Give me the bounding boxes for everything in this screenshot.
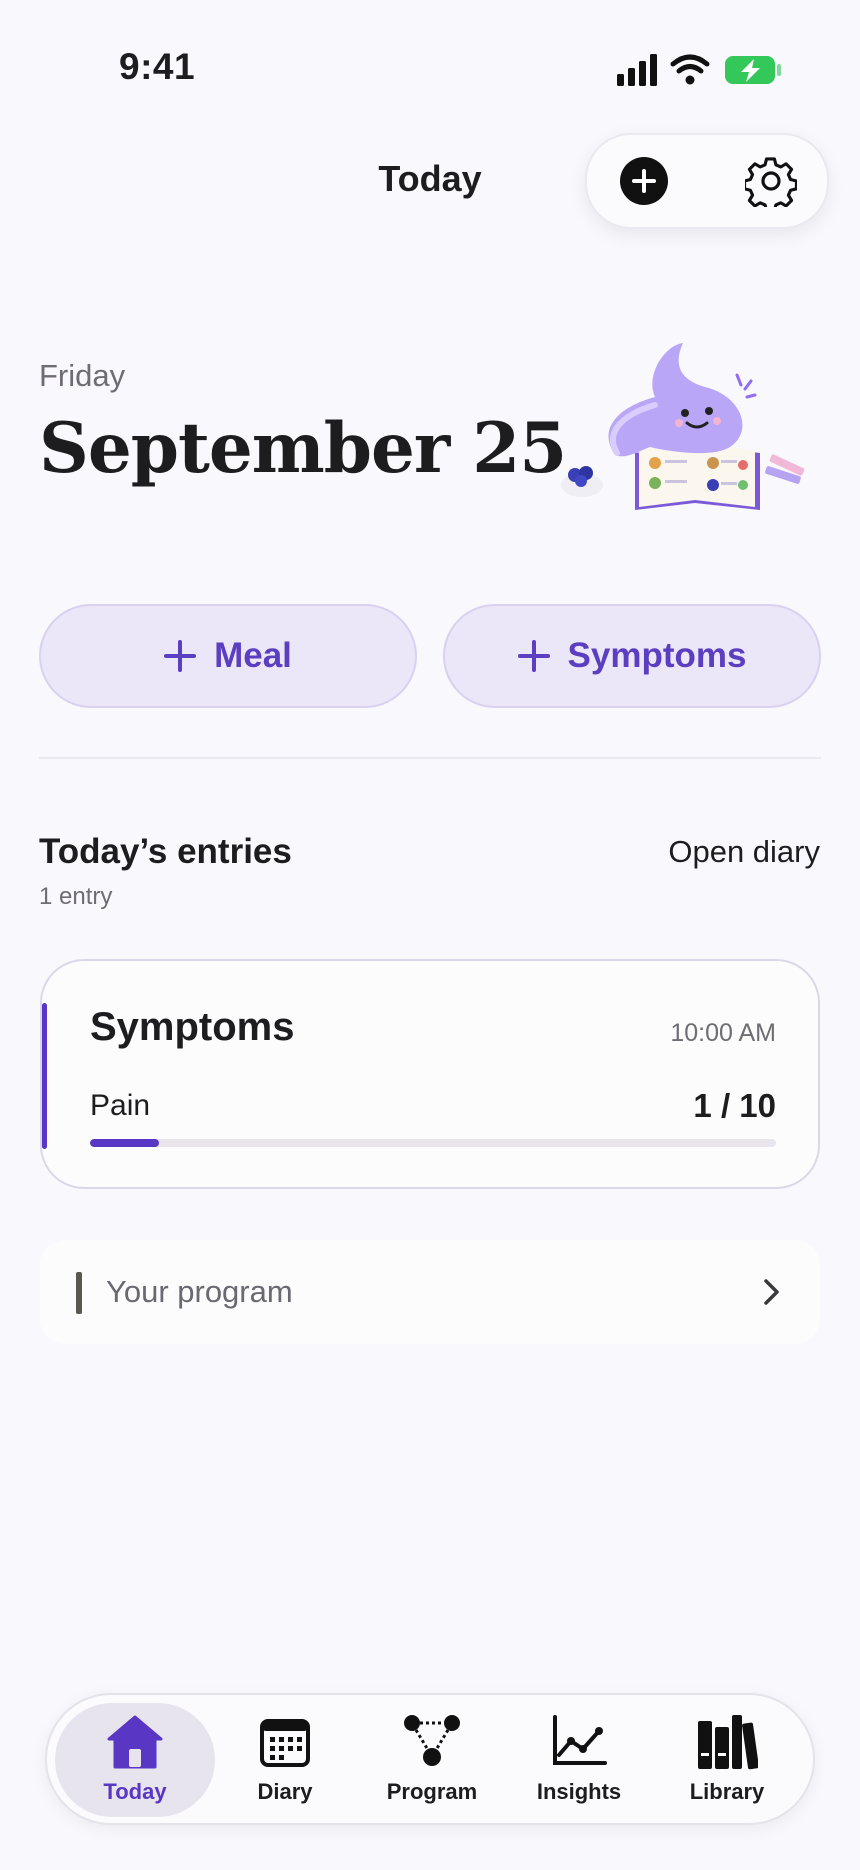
plus-circle-icon (620, 157, 668, 205)
signal-icon (617, 54, 657, 86)
entry-title: Symptoms (90, 1005, 295, 1049)
add-entry-button[interactable] (620, 157, 668, 205)
settings-button[interactable] (742, 155, 799, 213)
tab-program-label: Program (386, 1779, 478, 1804)
entry-time: 10:00 AM (670, 1019, 776, 1047)
plus-icon (517, 640, 550, 672)
program-label: Your program (106, 1274, 293, 1309)
add-meal-label: Meal (214, 636, 292, 675)
header-actions (585, 133, 829, 229)
house-icon (107, 1715, 163, 1769)
wifi-icon (670, 54, 710, 74)
tab-today[interactable]: Today (55, 1703, 215, 1817)
status-time: 9:41 (119, 46, 196, 87)
tab-insights[interactable]: Insights (499, 1703, 659, 1817)
chevron-right-icon (764, 1279, 779, 1305)
mascot-illustration (555, 335, 815, 515)
open-diary-link[interactable]: Open diary (668, 834, 820, 870)
entry-card-symptoms[interactable]: Symptoms 10:00 AM Pain 1 / 10 (40, 959, 820, 1189)
weekday: Friday (39, 358, 126, 393)
gear-icon (742, 157, 799, 213)
add-symptoms-button[interactable]: Symptoms (443, 604, 821, 708)
battery-icon (725, 56, 781, 84)
tab-library[interactable]: Library (647, 1703, 807, 1817)
nodes-icon (404, 1715, 460, 1766)
books-icon (698, 1715, 758, 1770)
entry-accent-bar (42, 1003, 47, 1149)
plus-icon (164, 640, 197, 672)
divider (39, 757, 821, 759)
add-symptoms-label: Symptoms (567, 636, 747, 675)
status-icons (615, 52, 785, 88)
add-meal-button[interactable]: Meal (39, 604, 417, 708)
tab-today-label: Today (103, 1779, 167, 1804)
chart-line-icon (553, 1715, 607, 1765)
entries-heading: Today’s entries (39, 832, 292, 871)
pain-label: Pain (90, 1089, 151, 1122)
tab-library-label: Library (689, 1779, 765, 1804)
date-heading: September 25 (39, 408, 567, 489)
program-row[interactable]: Your program (40, 1240, 820, 1344)
entries-count: 1 entry (39, 883, 113, 910)
calendar-icon (260, 1719, 310, 1767)
tab-diary[interactable]: Diary (205, 1703, 365, 1817)
tab-diary-label: Diary (257, 1779, 313, 1804)
tab-bar: Today Diary Program Insights Library (45, 1693, 815, 1825)
tab-program[interactable]: Program (352, 1703, 512, 1817)
pain-level-bar (90, 1139, 776, 1147)
pain-level-fill (90, 1139, 159, 1147)
program-accent-bar (76, 1272, 82, 1314)
pain-value: 1 / 10 (693, 1087, 776, 1124)
tab-insights-label: Insights (536, 1779, 622, 1804)
